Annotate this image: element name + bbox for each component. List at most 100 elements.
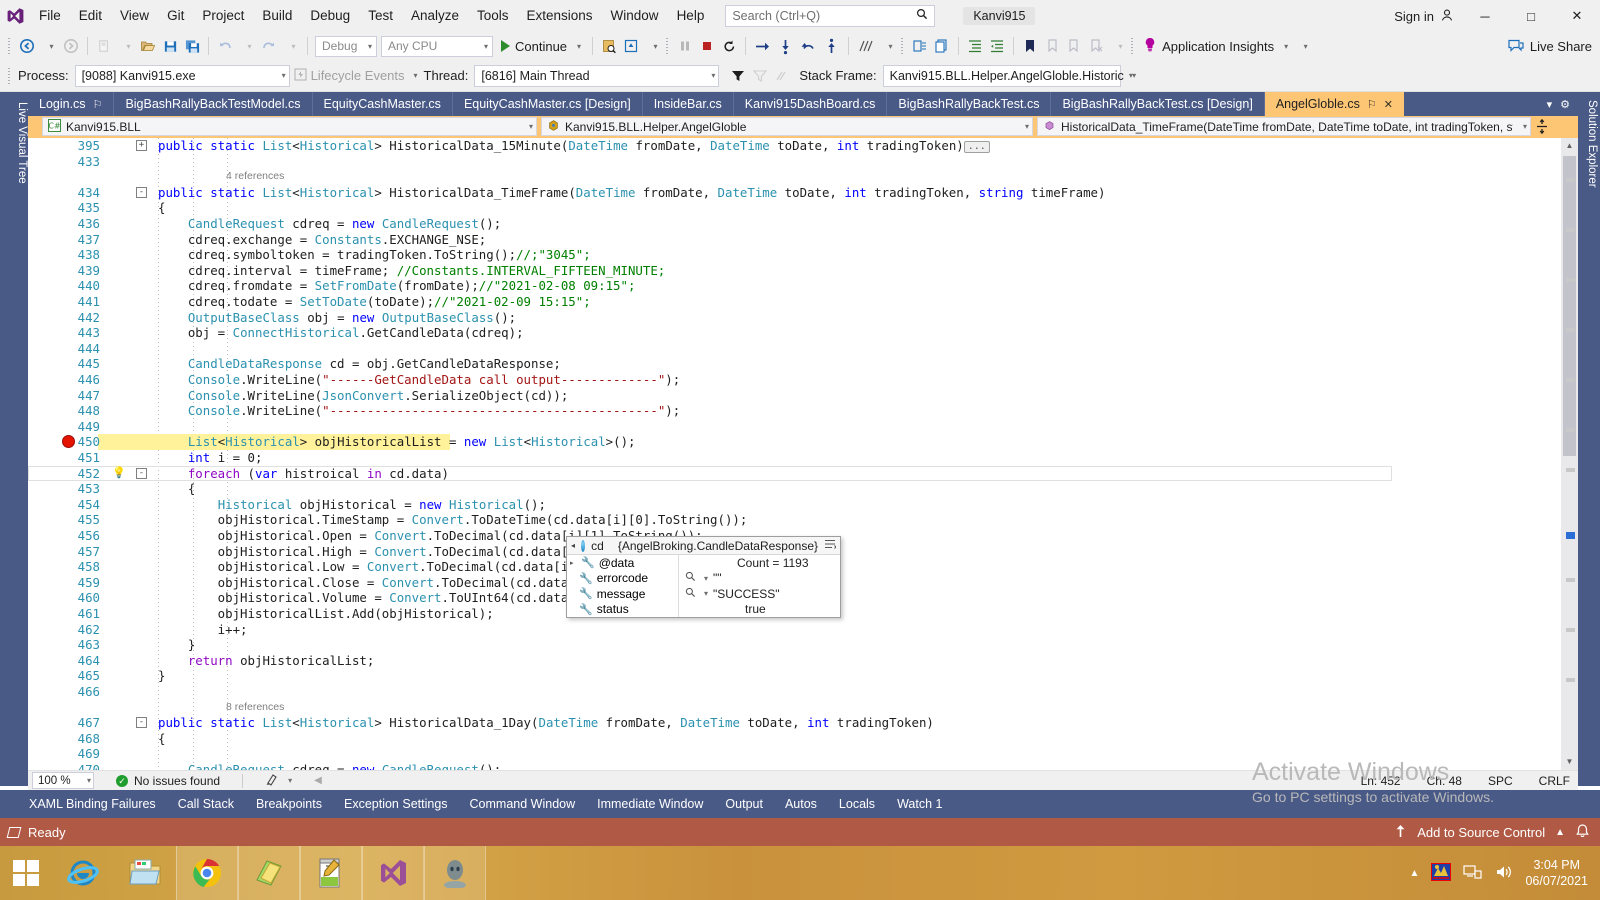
restart-icon[interactable] (718, 35, 740, 57)
code-reference-annotation[interactable]: 4 references (28, 169, 1522, 185)
open-file-icon[interactable] (137, 35, 159, 57)
uncomment-selection-icon[interactable] (931, 35, 953, 57)
code-line[interactable]: 433 (28, 154, 1522, 170)
code-line[interactable]: 465} (28, 668, 1522, 684)
taskbar-clock[interactable]: 3:04 PM 06/07/2021 (1525, 857, 1588, 889)
windows-start-icon[interactable] (0, 846, 52, 900)
new-project-icon[interactable] (93, 35, 115, 57)
solution-explorer-tab[interactable]: Solution Explorer (1580, 96, 1598, 222)
menu-window[interactable]: Window (602, 0, 668, 32)
menu-view[interactable]: View (111, 0, 158, 32)
dock-tab-exception-settings[interactable]: Exception Settings (333, 790, 459, 818)
datatip-row[interactable]: ▸ 🔧 @data Count = 1193 (567, 555, 840, 571)
collapse-region-icon[interactable]: - (136, 717, 147, 729)
collapse-region-icon[interactable]: - (136, 186, 147, 198)
code-line[interactable]: 439 cdreq.interval = timeFrame; //Consta… (28, 263, 1522, 279)
dock-tab-xaml-binding-failures[interactable]: XAML Binding Failures (18, 790, 167, 818)
sign-in-button[interactable]: Sign in (1386, 8, 1462, 25)
gear-icon[interactable]: ⚙ (1560, 98, 1570, 111)
expand-region-icon[interactable]: + (136, 140, 147, 151)
source-control-caret-icon[interactable]: ▲ (1555, 827, 1565, 838)
code-line[interactable]: 440 cdreq.fromdate = SetFromDate(fromDat… (28, 278, 1522, 294)
close-button[interactable]: ✕ (1554, 0, 1600, 32)
menu-build[interactable]: Build (253, 0, 301, 32)
menu-test[interactable]: Test (359, 0, 402, 32)
code-line[interactable]: 448 Console.WriteLine("-----------------… (28, 403, 1522, 419)
lifecycle-events-button[interactable]: Lifecycle Events ▾ (294, 68, 418, 84)
menu-debug[interactable]: Debug (301, 0, 359, 32)
scrollbar-thumb[interactable] (1563, 156, 1576, 456)
menu-edit[interactable]: Edit (70, 0, 111, 32)
issues-status[interactable]: ✓ No issues found (116, 774, 220, 788)
datatip-collapse-icon[interactable]: ◂ (571, 541, 575, 550)
pin-icon[interactable]: ⚐ (93, 98, 103, 111)
minimize-button[interactable]: ─ (1462, 0, 1508, 32)
notifications-icon[interactable] (1575, 823, 1590, 842)
menu-help[interactable]: Help (668, 0, 714, 32)
member-scope-combo[interactable]: HistoricalData_TimeFrame(DateTime fromDa… (1037, 117, 1531, 136)
search-input[interactable]: Search (Ctrl+Q) (725, 4, 936, 27)
filter-threads-icon[interactable] (727, 65, 749, 87)
code-line[interactable]: 468 { (28, 731, 1522, 747)
text-visualizer-icon[interactable] (685, 571, 696, 585)
diagnostics-dropdown[interactable]: ▾ (877, 35, 899, 57)
collapse-region-icon[interactable]: - (136, 467, 147, 479)
code-line[interactable]: 466 (28, 684, 1522, 700)
undo-dropdown[interactable]: ▾ (236, 35, 258, 57)
bookmark-icon[interactable] (1019, 35, 1041, 57)
decrease-indent-icon[interactable] (986, 35, 1008, 57)
code-editor[interactable]: 395 + public static List<Historical> Histo… (28, 138, 1578, 770)
notepadpp-icon[interactable] (300, 846, 362, 900)
collapsed-block-icon[interactable]: ... (963, 140, 990, 153)
visualizer-dropdown-icon[interactable]: ▾ (704, 574, 708, 583)
code-line[interactable]: 444 (28, 341, 1522, 357)
dock-tab-output[interactable]: Output (714, 790, 774, 818)
previous-bookmark-icon[interactable] (1041, 35, 1063, 57)
text-visualizer-icon[interactable] (685, 587, 696, 601)
google-chrome-icon[interactable] (176, 846, 238, 900)
datatip-row[interactable]: 🔧 errorcode ▾ "" (567, 570, 840, 586)
code-line[interactable]: 467 - public static List<Historical> Histo… (28, 715, 1522, 731)
tab-insidebar-cs[interactable]: InsideBar.cs (643, 92, 734, 116)
code-line[interactable]: 463 } (28, 637, 1522, 653)
code-line[interactable]: 445 CandleDataResponse cd = obj.GetCandl… (28, 356, 1522, 372)
code-line[interactable]: 441 cdreq.todate = SetToDate(toDate);//"… (28, 294, 1522, 310)
code-line[interactable]: 438 cdreq.symboltoken = tradingToken.ToS… (28, 247, 1522, 263)
redo-icon[interactable] (258, 35, 280, 57)
volume-icon[interactable] (1495, 864, 1513, 883)
navigate-backward-icon[interactable] (16, 35, 38, 57)
code-line[interactable]: 447 Console.WriteLine(JsonConvert.Serial… (28, 388, 1522, 404)
step-out-icon[interactable] (797, 35, 820, 57)
dock-tab-call-stack[interactable]: Call Stack (167, 790, 245, 818)
code-line[interactable]: 469 (28, 746, 1522, 762)
code-cleanup-button[interactable]: ▾ (265, 772, 292, 789)
close-icon[interactable]: ✕ (1384, 98, 1393, 111)
app-icon[interactable] (424, 846, 486, 900)
diagnostics-icon[interactable] (854, 35, 877, 57)
dock-tab-immediate-window[interactable]: Immediate Window (586, 790, 714, 818)
editor-vertical-scrollbar[interactable]: ▲ ▼ (1561, 138, 1578, 770)
scroll-left-arrow[interactable]: ◀ (314, 775, 322, 786)
file-explorer-icon[interactable] (114, 846, 176, 900)
stop-icon[interactable] (696, 35, 718, 57)
scroll-up-arrow[interactable]: ▲ (1561, 138, 1578, 154)
next-bookmark-icon[interactable] (1063, 35, 1085, 57)
code-line[interactable]: 470 CandleRequest cdreq = new CandleRequ… (28, 762, 1522, 770)
dock-tab-locals[interactable]: Locals (828, 790, 886, 818)
menu-tools[interactable]: Tools (468, 0, 518, 32)
code-line[interactable]: 436 CandleRequest cdreq = new CandleRequ… (28, 216, 1522, 232)
continue-button[interactable]: Continue ▾ (495, 35, 587, 57)
tab-equitycashmaster-cs-design[interactable]: EquityCashMaster.cs [Design] (453, 92, 643, 116)
visual-studio-icon[interactable] (362, 846, 424, 900)
zoom-level-combo[interactable]: 100 % ▾ (32, 772, 94, 789)
clear-filter-icon[interactable] (749, 65, 771, 87)
toolbar-grip[interactable] (6, 37, 13, 55)
type-scope-combo[interactable]: Kanvi915.BLL.Helper.AngelGloble ▾ (541, 117, 1033, 136)
hot-reload-dropdown[interactable]: ▾ (642, 35, 664, 57)
step-into-icon[interactable] (774, 35, 797, 57)
application-insights-button[interactable]: Application Insights ▾ (1139, 37, 1292, 55)
thread-marker-icon[interactable] (771, 65, 793, 87)
bottom-dock-tab-strip[interactable]: XAML Binding Failures Call Stack Breakpoin… (0, 790, 1600, 818)
project-scope-combo[interactable]: C# Kanvi915.BLL ▾ (42, 117, 537, 136)
code-line[interactable]: 453 { (28, 481, 1522, 497)
